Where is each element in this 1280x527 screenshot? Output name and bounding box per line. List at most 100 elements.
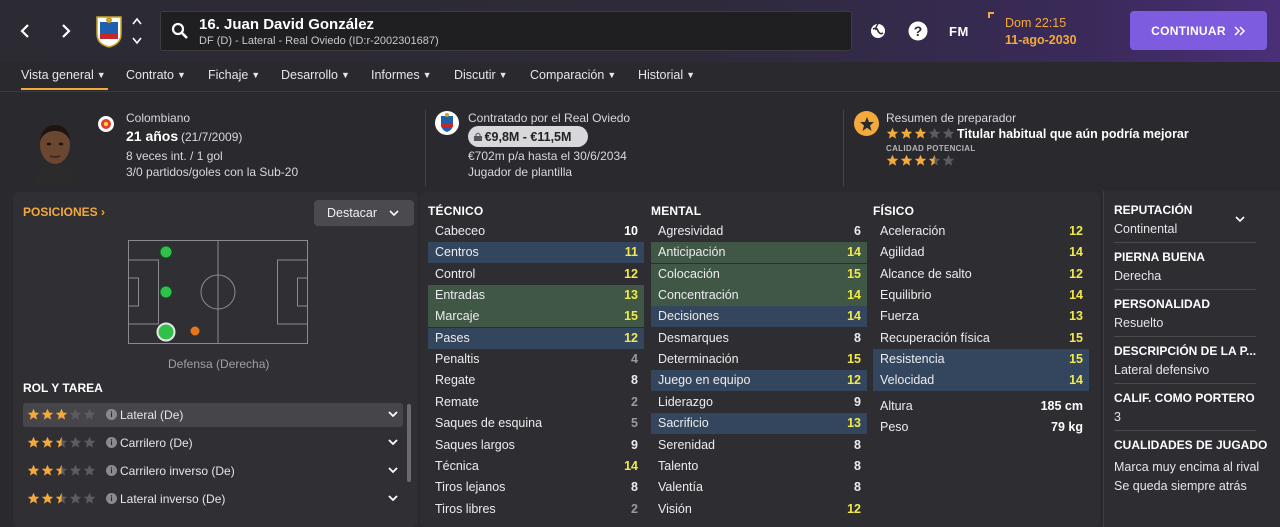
attribute-row[interactable]: Marcaje 15	[428, 306, 644, 328]
player-subtitle: DF (D) - Lateral - Real Oviedo (ID:r-200…	[199, 35, 439, 47]
tab-desarrollo[interactable]: Desarrollo ▼	[281, 68, 350, 82]
chevron-down-icon: ▼	[498, 70, 508, 80]
tab-informes[interactable]: Informes ▼	[371, 68, 432, 82]
current-date: 11-ago-2030	[1005, 33, 1077, 47]
attribute-row[interactable]: Saques de esquina 5	[428, 413, 644, 434]
attribute-row[interactable]: Equilibrio 14	[873, 285, 1089, 306]
role-row[interactable]: i Carrilero (De)	[23, 431, 403, 455]
roles-scrollbar[interactable]	[407, 404, 411, 482]
position-dot[interactable]	[159, 285, 173, 299]
coach-badge[interactable]	[854, 111, 879, 136]
chevron-down-icon[interactable]	[387, 436, 399, 448]
attribute-row[interactable]: Saques largos 9	[428, 435, 644, 456]
chevron-down-icon[interactable]	[387, 464, 399, 476]
tab-historial[interactable]: Historial ▼	[638, 68, 695, 82]
info-icon[interactable]: i	[106, 493, 117, 504]
attribute-row[interactable]: Alcance de salto 12	[873, 264, 1089, 285]
attribute-value: 14	[847, 309, 861, 324]
info-icon[interactable]: i	[106, 437, 117, 448]
back-button[interactable]	[15, 19, 35, 43]
reputation-value: Continental	[1114, 222, 1178, 236]
highlight-dropdown[interactable]: Destacar	[314, 200, 414, 226]
star-icon	[928, 127, 941, 140]
role-row[interactable]: i Lateral inverso (De)	[23, 487, 403, 511]
flag-icon[interactable]	[97, 115, 115, 133]
club-badge-icon[interactable]	[434, 110, 460, 136]
attribute-row[interactable]: Agresividad 6	[651, 221, 867, 242]
help-icon[interactable]: ?	[908, 21, 928, 41]
chevron-up-icon[interactable]	[132, 17, 142, 25]
personality-title: PERSONALIDAD	[1114, 297, 1211, 311]
tab-contrato[interactable]: Contrato ▼	[126, 68, 186, 82]
trait-item[interactable]: Marca muy encima al rival	[1114, 460, 1259, 474]
position-dot-selected[interactable]	[156, 322, 176, 342]
info-icon[interactable]: i	[106, 409, 117, 420]
attribute-row[interactable]: Concentración 14	[651, 285, 867, 307]
attribute-row[interactable]: Fuerza 13	[873, 306, 1089, 327]
attribute-row[interactable]: Decisiones 14	[651, 306, 867, 328]
position-dot[interactable]	[159, 245, 173, 259]
tab-discutir[interactable]: Discutir ▼	[454, 68, 508, 82]
role-row[interactable]: i Lateral (De)	[23, 403, 403, 427]
positions-title[interactable]: POSICIONES ›	[23, 205, 105, 219]
player-search-box[interactable]: 16. Juan David González DF (D) - Lateral…	[160, 11, 852, 51]
attribute-row[interactable]: Velocidad 14	[873, 370, 1089, 392]
club-badge-icon[interactable]	[93, 14, 125, 48]
role-row[interactable]: i Carrilero inverso (De)	[23, 459, 403, 483]
attribute-row[interactable]: Centros 11	[428, 242, 644, 264]
forward-button[interactable]	[56, 19, 76, 43]
attribute-row[interactable]: Colocación 15	[651, 263, 867, 285]
attribute-value: 8	[854, 437, 861, 452]
attribute-row[interactable]: Remate 2	[428, 392, 644, 413]
attribute-name: Regate	[435, 373, 476, 388]
tab-vista-general[interactable]: Vista general ▼	[21, 68, 108, 90]
chevron-down-icon[interactable]	[387, 408, 399, 420]
attribute-row[interactable]: Desmarques 8	[651, 328, 867, 349]
chevron-down-icon[interactable]	[132, 37, 142, 45]
contract-club[interactable]: Contratado por el Real Oviedo	[468, 111, 630, 125]
position-dot[interactable]	[190, 326, 200, 336]
nationality[interactable]: Colombiano	[126, 111, 190, 125]
continue-button[interactable]: CONTINUAR	[1130, 11, 1267, 50]
attribute-value: 9	[854, 394, 861, 409]
player-switch[interactable]	[130, 17, 144, 45]
attribute-row[interactable]: Cabeceo 10	[428, 221, 644, 242]
attribute-row[interactable]: Aceleración 12	[873, 221, 1089, 242]
info-icon[interactable]: i	[106, 465, 117, 476]
divider	[843, 110, 844, 186]
trait-item[interactable]: Se queda siempre atrás	[1114, 479, 1247, 493]
attribute-row[interactable]: Tiros libres 2	[428, 499, 644, 520]
attribute-row[interactable]: Liderazgo 9	[651, 392, 867, 413]
date-display[interactable]: Dom 22:15 11-ago-2030	[988, 12, 1098, 50]
attribute-row[interactable]: Recuperación física 15	[873, 328, 1089, 349]
attribute-row[interactable]: Anticipación 14	[651, 242, 867, 264]
attribute-row[interactable]: Resistencia 15	[873, 349, 1089, 371]
attribute-row[interactable]: Agilidad 14	[873, 242, 1089, 263]
attribute-row[interactable]: Pases 12	[428, 327, 644, 349]
attribute-row[interactable]: Penaltis 4	[428, 349, 644, 370]
globe-icon[interactable]	[868, 21, 888, 41]
technical-title: TÉCNICO	[428, 204, 484, 218]
player-face[interactable]	[30, 119, 80, 185]
attribute-row[interactable]: Serenidad 8	[651, 435, 867, 456]
attribute-row[interactable]: Técnica 14	[428, 456, 644, 477]
divider	[1114, 289, 1256, 290]
attribute-row[interactable]: Visión 12	[651, 499, 867, 520]
tab-fichaje[interactable]: Fichaje ▼	[208, 68, 260, 82]
attribute-row[interactable]: Tiros lejanos 8	[428, 477, 644, 498]
attribute-row[interactable]: Sacrificio 13	[651, 413, 867, 435]
attribute-row[interactable]: Entradas 13	[428, 285, 644, 307]
attribute-row[interactable]: Juego en equipo 12	[651, 370, 867, 392]
attribute-row[interactable]: Control 12	[428, 264, 644, 285]
attribute-row[interactable]: Valentía 8	[651, 477, 867, 498]
chevron-down-icon[interactable]	[1234, 214, 1246, 224]
pitch-diagram[interactable]	[128, 240, 308, 344]
attribute-row[interactable]: Talento 8	[651, 456, 867, 477]
star-icon	[900, 127, 913, 140]
attribute-row[interactable]: Regate 8	[428, 370, 644, 391]
fm-logo[interactable]: FM	[949, 24, 969, 39]
attribute-row[interactable]: Determinación 15	[651, 349, 867, 370]
chevron-down-icon[interactable]	[387, 492, 399, 504]
value-range-pill[interactable]: €9,8M - €11,5M	[468, 126, 588, 147]
tab-comparacion[interactable]: Comparación ▼	[530, 68, 616, 82]
